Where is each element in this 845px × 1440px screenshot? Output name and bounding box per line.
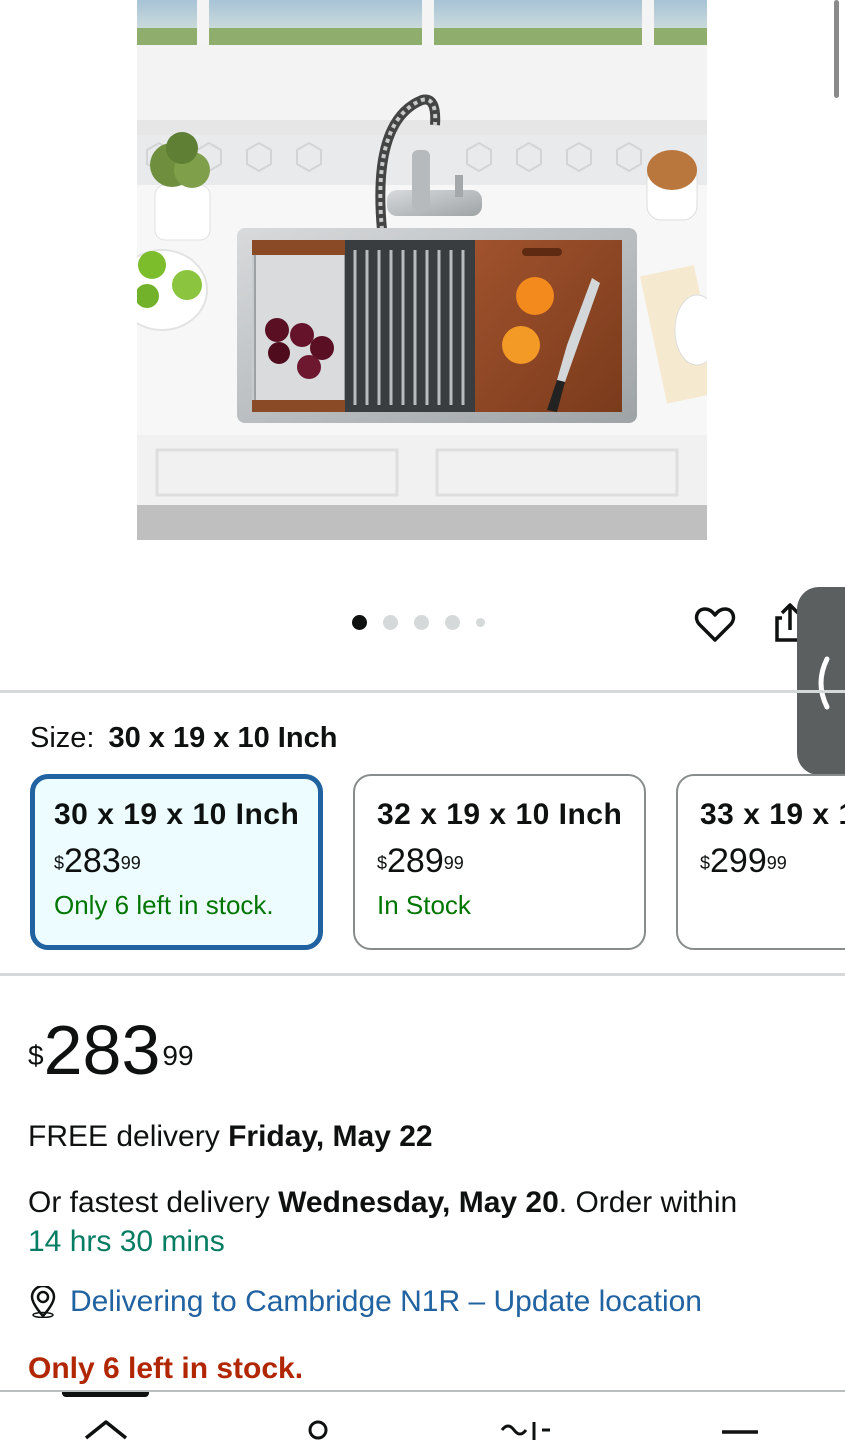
price-cents: 99 [120,853,141,873]
menu-icon [722,1430,758,1434]
price-whole: 289 [387,842,444,880]
pagination-dot[interactable] [383,615,398,630]
price-cents: 99 [443,853,464,873]
cart-icon [500,1422,550,1440]
price-cents: 99 [766,853,787,873]
size-option-stock: In Stock [377,890,471,920]
price-cents: 99 [162,1040,194,1071]
size-selected-value: 30 x 19 x 10 Inch [108,722,338,754]
side-panel-tab[interactable] [797,587,845,775]
stock-warning: Only 6 left in stock. [28,1352,304,1385]
size-option-stock: Only 6 left in stock. [54,890,274,920]
wishlist-button[interactable] [693,603,737,647]
fastest-delivery-label: Or fastest delivery [28,1186,270,1219]
kitchen-sink-photo [137,0,707,540]
size-option-33x19x10[interactable]: 33 x 19 x 10 Inch $29999 [676,774,845,950]
price-whole: 283 [64,842,121,880]
nav-profile[interactable] [303,1416,333,1440]
location-pin-icon [30,1286,56,1318]
currency-symbol: $ [28,1040,44,1071]
size-option-32x19x10[interactable]: 32 x 19 x 10 Inch $28999 In Stock [353,774,646,950]
size-option-price: $28999 [377,844,644,878]
price-whole: 283 [43,1011,161,1089]
home-icon [84,1420,128,1440]
product-price: $28399 [28,1015,194,1085]
free-delivery-label: FREE delivery [28,1120,220,1153]
size-option-title: 33 x 19 x 10 Inch [700,798,845,831]
free-delivery-info: FREE delivery Friday, May 22 [28,1120,433,1154]
size-option-title: 30 x 19 x 10 Inch [54,798,300,831]
size-label: Size: 30 x 19 x 10 Inch [30,722,337,755]
nav-cart[interactable] [500,1416,560,1440]
size-option-price: $29999 [700,844,845,878]
price-whole: 299 [710,842,767,880]
fastest-delivery-info: Or fastest delivery Wednesday, May 20. O… [28,1183,818,1261]
pagination-dot[interactable] [414,615,429,630]
section-divider [0,690,845,693]
heart-icon [694,607,736,642]
pagination-dot-active[interactable] [352,615,367,630]
order-within-label: . Order within [558,1186,738,1219]
delivery-location-text[interactable]: Delivering to Cambridge N1R – Update loc… [70,1285,702,1319]
profile-icon [308,1420,328,1440]
page-scrollbar[interactable] [834,0,839,98]
currency-symbol: $ [377,853,388,873]
nav-home[interactable] [84,1416,128,1440]
image-pagination[interactable] [352,615,485,630]
delivery-location-link[interactable]: Delivering to Cambridge N1R – Update loc… [28,1285,702,1319]
product-image[interactable] [137,0,707,540]
fastest-delivery-date: Wednesday, May 20 [278,1186,559,1219]
currency-symbol: $ [700,853,711,873]
size-option-price: $28399 [54,844,318,878]
size-options[interactable]: 30 x 19 x 10 Inch $28399 Only 6 left in … [30,774,845,952]
pagination-dot[interactable] [476,618,485,627]
product-image-gallery[interactable] [0,0,845,775]
order-countdown: 14 hrs 30 mins [28,1225,225,1258]
nav-menu[interactable] [718,1416,762,1440]
size-option-30x19x10[interactable]: 30 x 19 x 10 Inch $28399 Only 6 left in … [30,774,323,950]
chevron-left-icon [818,656,830,710]
currency-symbol: $ [54,853,65,873]
size-option-title: 32 x 19 x 10 Inch [377,798,623,831]
size-label-text: Size: [30,722,95,754]
free-delivery-date: Friday, May 22 [228,1120,433,1153]
pagination-dot[interactable] [445,615,460,630]
bottom-nav-bar [0,1390,845,1440]
section-divider [0,973,845,976]
nav-active-indicator [62,1392,149,1397]
